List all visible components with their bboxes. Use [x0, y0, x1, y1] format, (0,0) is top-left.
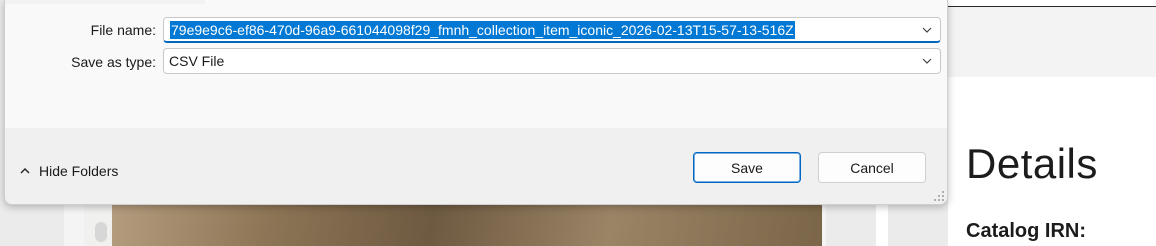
save-as-type-select[interactable]: CSV File — [163, 48, 941, 74]
save-button[interactable]: Save — [693, 152, 801, 183]
chevron-down-icon[interactable] — [920, 54, 934, 68]
details-heading: Details — [966, 140, 1098, 187]
chevron-down-icon[interactable] — [920, 23, 934, 37]
cancel-button[interactable]: Cancel — [818, 152, 926, 183]
specimen-image-tag — [95, 222, 107, 242]
file-name-value[interactable]: 79e9e9c6-ef86-470d-96a9-661044098f29_fmn… — [170, 21, 795, 39]
dialog-top-strip — [5, 0, 205, 4]
details-panel-header-band — [948, 7, 1156, 77]
file-name-label: File name: — [90, 22, 156, 38]
save-as-type-value: CSV File — [169, 53, 225, 69]
catalog-irn-label: Catalog IRN: — [966, 220, 1086, 242]
save-as-type-label: Save as type: — [71, 54, 156, 70]
dialog-footer — [5, 128, 947, 204]
chevron-up-icon — [20, 168, 30, 174]
file-name-input[interactable]: 79e9e9c6-ef86-470d-96a9-661044098f29_fmn… — [163, 17, 941, 43]
hide-folders-toggle[interactable]: Hide Folders — [19, 163, 118, 179]
save-as-dialog: File name: 79e9e9c6-ef86-470d-96a9-66104… — [4, 0, 948, 205]
specimen-image — [112, 204, 822, 246]
resize-grip-icon[interactable] — [933, 190, 945, 202]
hide-folders-label: Hide Folders — [39, 163, 119, 179]
